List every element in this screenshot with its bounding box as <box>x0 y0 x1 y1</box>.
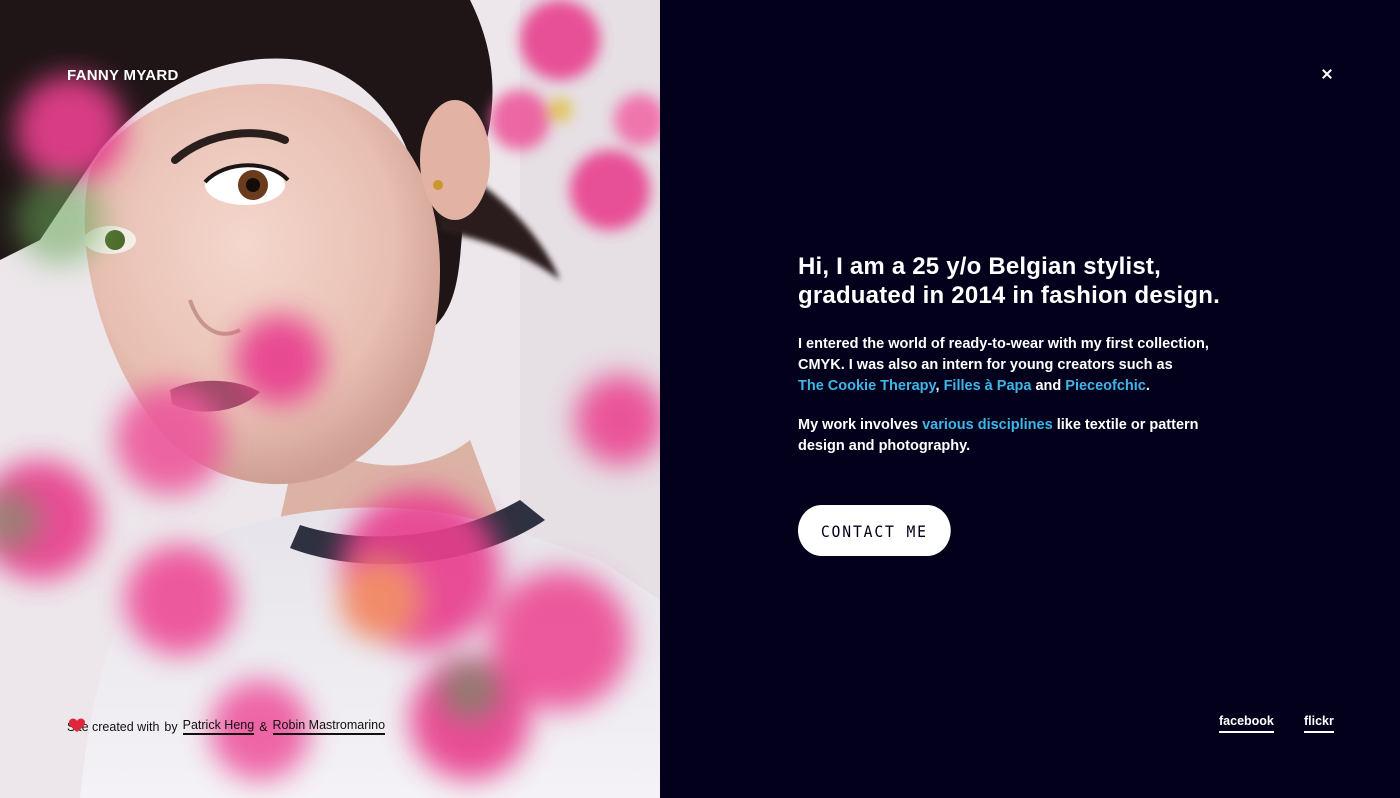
heart-icon <box>69 718 85 732</box>
link-pieceofchic[interactable]: Pieceofchic <box>1065 378 1146 394</box>
close-icon[interactable] <box>1317 64 1337 84</box>
about-heading: Hi, I am a 25 y/o Belgian stylist, gradu… <box>798 252 1238 310</box>
link-various-disciplines[interactable]: various disciplines <box>922 417 1053 433</box>
about-content: Hi, I am a 25 y/o Belgian stylist, gradu… <box>798 252 1238 475</box>
credit-ampersand: & <box>259 719 268 734</box>
p1-end: . <box>1145 378 1150 394</box>
p1-sep-2: and <box>1031 378 1066 394</box>
brand-logo-link[interactable]: FANNY MYARD <box>67 67 179 84</box>
author-link-patrick-heng[interactable]: Patrick Heng <box>182 718 255 735</box>
link-filles-a-papa[interactable]: Filles à Papa <box>944 378 1032 394</box>
flickr-link[interactable]: flickr <box>1304 714 1334 733</box>
credit-by: by <box>164 719 178 734</box>
author-link-robin-mastromarino[interactable]: Robin Mastromarino <box>272 718 386 735</box>
portrait-photo: FANNY MYARD Site created with by Patrick… <box>0 0 660 798</box>
about-paragraph-2: My work involves various disciplines lik… <box>798 415 1238 457</box>
facebook-link[interactable]: facebook <box>1219 714 1274 733</box>
about-panel: Hi, I am a 25 y/o Belgian stylist, gradu… <box>660 0 1400 798</box>
contact-me-button[interactable]: CONTACT ME <box>798 505 951 556</box>
about-paragraph-1: I entered the world of ready-to-wear wit… <box>798 334 1238 397</box>
p1-text: I entered the world of ready-to-wear wit… <box>798 336 1209 373</box>
link-cookie-therapy[interactable]: The Cookie Therapy <box>798 378 936 394</box>
heading-line-1: Hi, I am a 25 y/o Belgian stylist, <box>798 253 1161 280</box>
p1-sep-1: , <box>935 378 944 394</box>
heading-line-2: graduated in 2014 in fashion design. <box>798 282 1220 309</box>
portrait-illustration <box>0 0 660 798</box>
site-credit: Site created with by Patrick Heng & Robi… <box>67 718 386 735</box>
page: FANNY MYARD Site created with by Patrick… <box>0 0 1400 798</box>
p2-text-a: My work involves <box>798 417 923 433</box>
